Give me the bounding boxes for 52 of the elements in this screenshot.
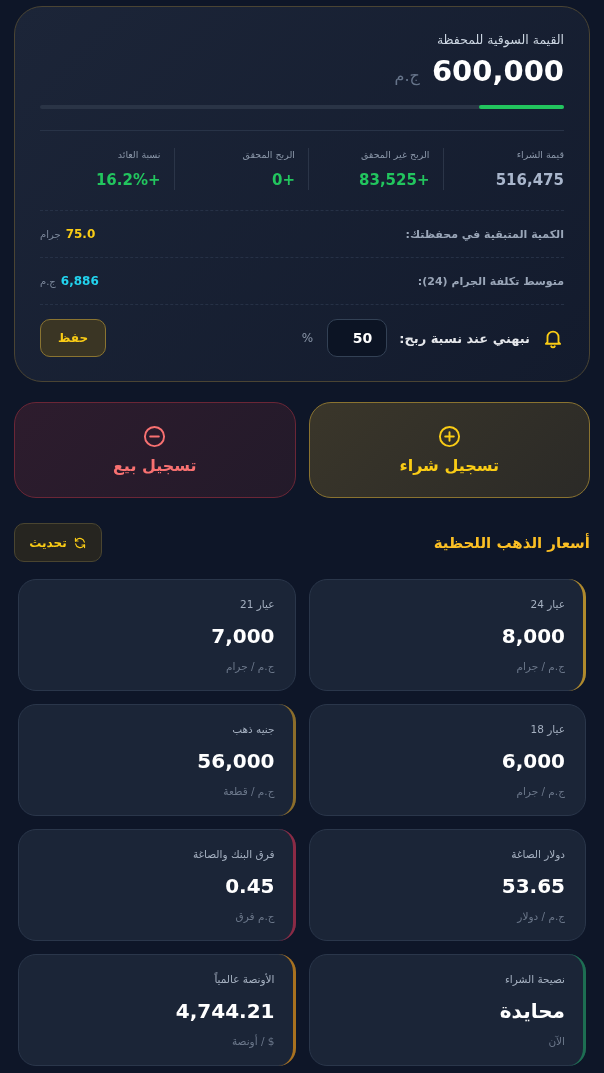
detail-label: الكمية المتبقية في محفظتك: bbox=[405, 227, 564, 241]
price-value: 7,000 bbox=[211, 623, 275, 649]
sell-button[interactable]: تسجيل بيع bbox=[14, 402, 296, 498]
price-value: 53.65 bbox=[501, 873, 565, 899]
price-value: 0.45 bbox=[225, 873, 275, 899]
stat-value: +16.2% bbox=[95, 170, 161, 190]
price-label: دولار الصاغة bbox=[511, 847, 565, 861]
price-value: 6,000 bbox=[501, 748, 565, 774]
detail-label: متوسط تكلفة الجرام (24): bbox=[417, 274, 564, 288]
price-label: عيار 18 bbox=[530, 722, 565, 736]
price-label: فرق البنك والصاغة bbox=[192, 847, 275, 861]
price-unit: ج.م / جرام bbox=[225, 659, 275, 673]
portfolio-title: القيمة السوقية للمحفظة bbox=[435, 32, 564, 48]
price-unit: ج.م / دولار bbox=[517, 909, 565, 923]
price-label: الأونصة عالمياً bbox=[214, 972, 275, 986]
stat-label: نسبة العائد bbox=[117, 148, 161, 161]
price-label: عيار 24 bbox=[530, 597, 565, 611]
refresh-button[interactable]: تحديث bbox=[14, 523, 102, 562]
price-label: جنيه ذهب bbox=[232, 722, 275, 736]
plus-circle-icon bbox=[437, 425, 461, 448]
currency-label: ج.م bbox=[394, 66, 420, 85]
stat-value: +0 bbox=[272, 170, 295, 190]
unit-label: جرام bbox=[40, 229, 61, 240]
price-unit: الآن bbox=[548, 1034, 565, 1048]
unit-label: ج.م bbox=[40, 276, 56, 287]
stat-value: +83,525 bbox=[359, 170, 430, 190]
refresh-icon bbox=[72, 535, 87, 550]
price-label: نصيحة الشراء bbox=[504, 972, 565, 986]
price-label: عيار 21 bbox=[240, 597, 275, 611]
detail-value: 6,886 bbox=[60, 274, 99, 288]
percent-input[interactable]: 50 bbox=[327, 319, 388, 357]
section-title: أسعار الذهب اللحظية bbox=[433, 533, 590, 552]
percent-sign: % bbox=[301, 331, 314, 345]
price-value: 4,744.21 bbox=[175, 998, 275, 1024]
stat-label: قيمة الشراء bbox=[516, 148, 564, 161]
price-unit: $ / أونصة bbox=[231, 1034, 275, 1048]
minus-circle-icon bbox=[143, 425, 167, 448]
buy-button[interactable]: تسجيل شراء bbox=[308, 402, 590, 498]
price-value: محايدة bbox=[499, 998, 565, 1024]
alert-label: نبهني عند نسبة ربح: bbox=[399, 330, 530, 346]
stat-value: 516,475 bbox=[495, 170, 564, 190]
price-value: 56,000 bbox=[197, 748, 275, 774]
price-unit: ج.م / جرام bbox=[516, 659, 565, 673]
detail-value: 75.0 bbox=[65, 227, 96, 241]
portfolio-value: 600,000 bbox=[431, 53, 564, 90]
price-unit: ج.م / قطعة bbox=[223, 784, 275, 798]
price-unit: ج.م فرق bbox=[235, 909, 275, 923]
stat-label: الربح المحقق bbox=[242, 148, 295, 161]
stat-label: الربح غير المحقق bbox=[360, 148, 430, 161]
price-unit: ج.م / جرام bbox=[516, 784, 565, 798]
save-button[interactable]: حفظ bbox=[40, 319, 106, 357]
price-value: 8,000 bbox=[501, 623, 565, 649]
